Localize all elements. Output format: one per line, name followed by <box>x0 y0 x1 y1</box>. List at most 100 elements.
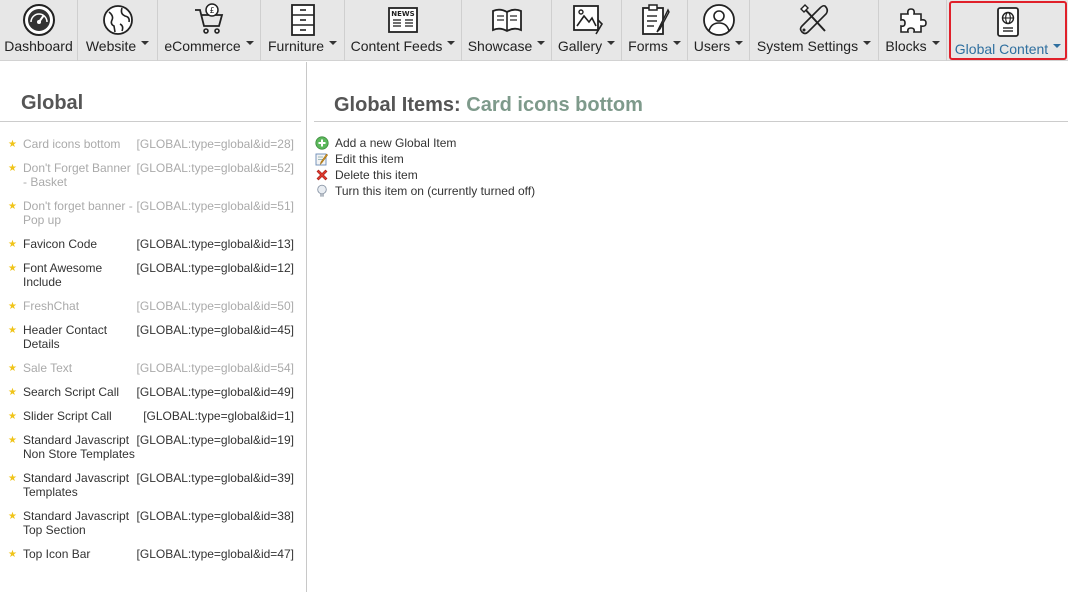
chevron-down-icon <box>607 41 616 45</box>
item-name[interactable]: Don't forget banner - Pop up <box>23 199 135 227</box>
wrench-screwdriver-icon <box>796 2 832 38</box>
item-name[interactable]: Header Contact Details <box>23 323 135 351</box>
item-shortcode: [GLOBAL:type=global&id=51] <box>136 199 294 213</box>
nav-global-content[interactable]: Global Content <box>949 1 1067 60</box>
chevron-down-icon <box>245 41 254 45</box>
chevron-down-icon <box>863 41 872 45</box>
nav-gallery[interactable]: Gallery <box>552 0 622 61</box>
item-name[interactable]: Slider Script Call <box>23 409 143 423</box>
star-icon: ★ <box>8 387 17 398</box>
chevron-down-icon <box>931 41 940 45</box>
item-shortcode: [GLOBAL:type=global&id=13] <box>136 237 294 251</box>
item-name[interactable]: Favicon Code <box>23 237 135 251</box>
edit-pencil-icon <box>315 152 329 166</box>
item-shortcode: [GLOBAL:type=global&id=49] <box>136 385 294 399</box>
newspaper-icon: NEWS <box>385 2 421 38</box>
star-icon: ★ <box>8 511 17 522</box>
star-icon: ★ <box>8 363 17 374</box>
star-icon: ★ <box>8 301 17 312</box>
divider <box>0 121 301 122</box>
nav-furniture[interactable]: Furniture <box>261 0 345 61</box>
passport-globe-icon <box>990 5 1026 41</box>
page-title: Global Items: Card icons bottom <box>334 94 643 117</box>
star-icon: ★ <box>8 325 17 336</box>
divider <box>314 121 1068 122</box>
nav-label: Furniture <box>268 38 338 54</box>
add-circle-icon <box>315 136 329 150</box>
item-name[interactable]: Sale Text <box>23 361 135 375</box>
chevron-down-icon <box>329 41 338 45</box>
item-name[interactable]: FreshChat <box>23 299 135 313</box>
globe-icon <box>100 2 136 38</box>
turn-item-on-link[interactable]: Turn this item on (currently turned off) <box>315 183 535 199</box>
svg-text:NEWS: NEWS <box>391 10 414 18</box>
nav-label: Website <box>86 38 150 54</box>
item-shortcode: [GLOBAL:type=global&id=45] <box>136 323 294 337</box>
picture-icon <box>569 2 605 38</box>
user-icon <box>701 2 737 38</box>
nav-showcase[interactable]: Showcase <box>462 0 552 61</box>
star-icon: ★ <box>8 139 17 150</box>
nav-label: Content Feeds <box>351 38 456 54</box>
cabinet-icon <box>285 2 321 38</box>
chevron-down-icon <box>1053 44 1062 48</box>
dashboard-gauge-icon <box>21 2 57 38</box>
nav-label: Forms <box>628 38 681 54</box>
nav-content-feeds[interactable]: NEWS Content Feeds <box>345 0 462 61</box>
nav-label: Global Content <box>955 41 1062 57</box>
item-shortcode: [GLOBAL:type=global&id=1] <box>143 409 294 423</box>
nav-ecommerce[interactable]: £ eCommerce <box>158 0 261 61</box>
item-shortcode: [GLOBAL:type=global&id=39] <box>132 471 294 485</box>
chevron-down-icon <box>447 41 456 45</box>
book-icon <box>489 2 525 38</box>
nav-label: Users <box>694 38 744 54</box>
item-name[interactable]: Top Icon Bar <box>23 547 135 561</box>
action-label[interactable]: Delete this item <box>335 168 418 182</box>
item-name[interactable]: Card icons bottom <box>23 137 135 151</box>
nav-label: System Settings <box>757 38 872 54</box>
clipboard-form-icon <box>637 2 673 38</box>
delete-x-icon <box>315 168 329 182</box>
item-shortcode: [GLOBAL:type=global&id=52] <box>136 161 294 175</box>
add-global-item-link[interactable]: Add a new Global Item <box>315 135 456 151</box>
delete-item-link[interactable]: Delete this item <box>315 167 418 183</box>
nav-users[interactable]: Users <box>688 0 750 61</box>
nav-system-settings[interactable]: System Settings <box>750 0 879 61</box>
edit-item-link[interactable]: Edit this item <box>315 151 404 167</box>
nav-forms[interactable]: Forms <box>622 0 688 61</box>
action-label[interactable]: Add a new Global Item <box>335 136 456 150</box>
item-name[interactable]: Don't Forget Banner - Basket <box>23 161 135 189</box>
chevron-down-icon <box>735 41 744 45</box>
chevron-down-icon <box>672 41 681 45</box>
global-sidebar: Global ★ Card icons bottom [GLOBAL:type=… <box>0 62 307 592</box>
star-icon: ★ <box>8 163 17 174</box>
lightbulb-icon <box>315 184 329 198</box>
item-shortcode: [GLOBAL:type=global&id=50] <box>136 299 294 313</box>
item-name[interactable]: Search Script Call <box>23 385 143 399</box>
star-icon: ★ <box>8 435 17 446</box>
item-name[interactable]: Standard Javascript Top Section <box>23 509 135 537</box>
nav-dashboard[interactable]: Dashboard <box>0 0 78 61</box>
nav-label: Showcase <box>468 38 546 54</box>
chevron-down-icon <box>537 41 546 45</box>
item-shortcode: [GLOBAL:type=global&id=54] <box>136 361 294 375</box>
star-icon: ★ <box>8 549 17 560</box>
star-icon: ★ <box>8 263 17 274</box>
item-shortcode: [GLOBAL:type=global&id=19] <box>132 433 294 447</box>
item-shortcode: [GLOBAL:type=global&id=28] <box>136 137 294 151</box>
star-icon: ★ <box>8 201 17 212</box>
star-icon: ★ <box>8 473 17 484</box>
nav-label: eCommerce <box>164 38 254 54</box>
nav-blocks[interactable]: Blocks <box>879 0 947 61</box>
star-icon: ★ <box>8 239 17 250</box>
star-icon: ★ <box>8 411 17 422</box>
page-title-prefix: Global Items: <box>334 94 461 116</box>
item-name[interactable]: Font Awesome Include <box>23 261 135 289</box>
puzzle-piece-icon <box>895 2 931 38</box>
nav-website[interactable]: Website <box>78 0 158 61</box>
nav-label: Dashboard <box>4 38 73 54</box>
action-label[interactable]: Edit this item <box>335 152 404 166</box>
shopping-cart-icon: £ <box>191 2 227 38</box>
action-label[interactable]: Turn this item on (currently turned off) <box>335 184 535 198</box>
nav-label: Gallery <box>558 38 616 54</box>
